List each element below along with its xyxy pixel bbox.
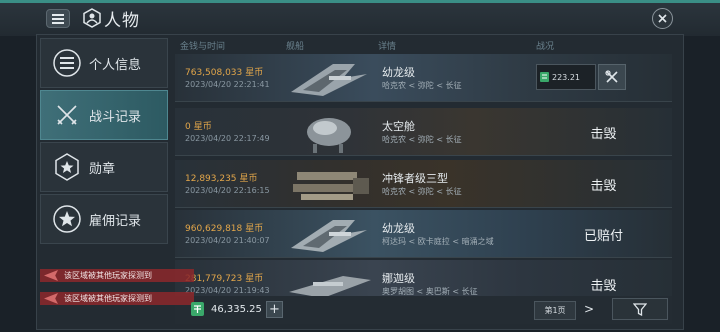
- row-money: 281,779,723 星币: [185, 271, 263, 284]
- list-icon: [51, 47, 83, 79]
- column-header-money-time: 金钱与时间: [180, 42, 226, 52]
- close-icon: [658, 14, 667, 23]
- money-value: 763,508,033: [185, 68, 243, 78]
- money-unit: 星币: [245, 224, 264, 234]
- ship-image-dragon: [291, 220, 367, 252]
- loot-value-box: 223.21: [536, 64, 596, 90]
- ship-location: 哈克农 < 弥陀 < 长征: [382, 135, 462, 144]
- sidebar: 个人信息 战斗记录 勋章 雇佣记录: [40, 36, 168, 248]
- repair-tool-button[interactable]: [598, 64, 626, 90]
- column-header-status: 战况: [536, 42, 555, 52]
- close-button[interactable]: [652, 8, 673, 29]
- row-money: 763,508,033 星币: [185, 65, 263, 78]
- ship-name: 冲锋者级三型: [382, 172, 448, 185]
- wrench-screwdriver-icon: [605, 70, 618, 83]
- ship-name: 太空舱: [382, 120, 415, 133]
- filter-button[interactable]: [612, 298, 668, 320]
- ship-name: 幼龙级: [382, 66, 415, 79]
- battle-result: 击毁: [590, 126, 617, 142]
- alert-icon: [44, 293, 58, 304]
- sidebar-item-label: 雇佣记录: [89, 213, 142, 229]
- table-row[interactable]: 960,629,818 星币 2023/04/20 21:40:07 幼龙级 柯达…: [175, 210, 672, 258]
- ship-location: 柯达玛 < 欧卡庭拉 < 暗涌之域: [382, 237, 494, 246]
- column-header-detail: 详情: [378, 42, 397, 52]
- battle-result: 击毁: [590, 178, 617, 194]
- page-title: 人物: [104, 11, 140, 31]
- detection-notice: 该区域被其他玩家探测到: [40, 269, 194, 282]
- column-header-ship: 舰船: [286, 42, 305, 52]
- row-time: 2023/04/20 21:40:07: [185, 236, 270, 245]
- row-time: 2023/04/20 22:17:49: [185, 134, 270, 143]
- alert-icon: [44, 270, 58, 281]
- table-row[interactable]: 12,893,235 星币 2023/04/20 22:16:15 冲锋者级三型 …: [175, 160, 672, 208]
- top-accent-stripe: [0, 0, 720, 3]
- money-value: 0: [185, 122, 191, 132]
- page-selector[interactable]: 第1页: [534, 301, 576, 320]
- sidebar-item-label: 战斗记录: [89, 109, 142, 125]
- character-hex-icon: [83, 8, 101, 28]
- notice-text: 该区域被其他玩家探测到: [64, 294, 152, 303]
- money-value: 960,629,818: [185, 224, 243, 234]
- sidebar-item-hire-record[interactable]: 雇佣记录: [40, 194, 168, 244]
- ship-location: 哈克农 < 弥陀 < 长征: [382, 81, 462, 90]
- row-time: 2023/04/20 22:21:41: [185, 80, 270, 89]
- sidebar-item-label: 个人信息: [89, 57, 142, 73]
- row-time: 2023/04/20 21:19:43: [185, 286, 270, 295]
- money-value: 12,893,235: [185, 174, 237, 184]
- ship-name: 娜迦级: [382, 272, 415, 285]
- money-unit: 星币: [239, 174, 258, 184]
- hamburger-icon: [52, 13, 64, 24]
- ship-image-capsule: [307, 118, 351, 153]
- currency-icon: [540, 72, 549, 82]
- battle-result: 已赔付: [583, 228, 623, 244]
- sidebar-item-medals[interactable]: 勋章: [40, 142, 168, 192]
- star-badge-icon: [51, 203, 83, 235]
- money-unit: 星币: [193, 122, 212, 132]
- detection-notice: 该区域被其他玩家探测到: [40, 292, 194, 305]
- currency-icon: [191, 302, 204, 316]
- next-page-button[interactable]: >: [584, 302, 594, 316]
- filter-icon: [633, 302, 647, 316]
- balance-value: 46,335.25: [211, 304, 262, 315]
- crossed-swords-icon: [51, 99, 83, 131]
- money-unit: 星币: [245, 274, 264, 284]
- row-money: 960,629,818 星币: [185, 221, 263, 234]
- star-medal-icon: [51, 151, 83, 183]
- sidebar-item-label: 勋章: [89, 161, 116, 177]
- sidebar-item-battle-record[interactable]: 战斗记录: [40, 90, 168, 140]
- money-unit: 星币: [245, 68, 264, 78]
- ship-image-dragon: [291, 64, 367, 96]
- table-row[interactable]: 0 星币 2023/04/20 22:17:49 太空舱 哈克农 < 弥陀 < 长…: [175, 108, 672, 156]
- ship-location: 哈克农 < 弥陀 < 长征: [382, 187, 462, 196]
- ship-image-charger: [293, 172, 369, 200]
- row-money: 12,893,235 星币: [185, 171, 258, 184]
- row-money: 0 星币: [185, 119, 212, 132]
- row-time: 2023/04/20 22:16:15: [185, 186, 270, 195]
- loot-value: 223.21: [552, 72, 580, 82]
- table-row[interactable]: 763,508,033 星币 2023/04/20 22:21:41 幼龙级 哈克…: [175, 54, 672, 102]
- ship-name: 幼龙级: [382, 222, 415, 235]
- add-currency-button[interactable]: +: [266, 301, 283, 318]
- menu-button[interactable]: [46, 9, 70, 28]
- sidebar-item-personal-info[interactable]: 个人信息: [40, 38, 168, 88]
- notice-text: 该区域被其他玩家探测到: [64, 271, 152, 280]
